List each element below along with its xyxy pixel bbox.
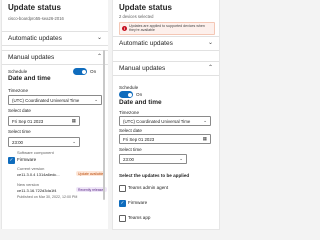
select-time-label: Select time — [119, 147, 142, 152]
automatic-updates-label: Automatic updates — [119, 40, 173, 47]
manual-updates-section[interactable]: Manual updates ⌃ — [2, 50, 108, 65]
date-picker[interactable]: Fri Sep 01 2023 ▦ — [8, 116, 80, 126]
time-select[interactable]: 23:00 ⌄ — [8, 137, 80, 147]
time-value: 23:00 — [123, 156, 134, 162]
timezone-label: Timezone — [119, 110, 139, 115]
date-time-heading: Date and time — [119, 99, 162, 106]
new-version-label: New version — [17, 182, 40, 187]
new-version-value: ce11.3.16.722d3da1f4 — [17, 188, 57, 193]
automatic-updates-section[interactable]: Automatic updates ⌄ — [2, 31, 108, 46]
teams-app-checkbox[interactable] — [119, 215, 126, 222]
chevron-down-icon: ⌄ — [94, 97, 98, 102]
schedule-label: Schedule — [8, 69, 28, 74]
automatic-updates-section[interactable]: Automatic updates ⌄ — [113, 36, 219, 51]
chevron-up-icon: ⌃ — [96, 54, 102, 60]
date-time-heading: Date and time — [8, 75, 51, 82]
select-date-label: Select date — [119, 128, 142, 133]
schedule-label: Schedule — [119, 85, 139, 90]
select-date-label: Select date — [8, 108, 31, 113]
teams-admin-agent-label: Teams admin agent — [128, 185, 169, 190]
current-version-label: Current version — [17, 166, 45, 171]
schedule-state: On — [90, 69, 97, 74]
manual-updates-section[interactable]: Manual updates ⌃ — [113, 61, 219, 76]
info-banner: ! Updates are applied to supported devic… — [119, 22, 215, 35]
schedule-toggle[interactable] — [119, 91, 133, 98]
firmware-label: Firmware — [128, 200, 148, 205]
firmware-label: Firmware — [17, 157, 37, 162]
timezone-label: Timezone — [8, 88, 28, 93]
devices-selected: 2 devices selected — [119, 14, 154, 19]
info-text: Updates are applied to supported devices… — [129, 24, 205, 33]
software-component-label: Software component — [17, 150, 54, 155]
schedule-state: On — [136, 92, 143, 97]
schedule-toggle[interactable] — [73, 68, 87, 75]
select-time-label: Select time — [8, 129, 31, 134]
chevron-down-icon: ⌄ — [72, 139, 76, 144]
manual-updates-label: Manual updates — [8, 54, 55, 61]
current-version-value: ce11.3.0.4 1314a6edc... — [17, 172, 60, 177]
teams-app-label: Teams app — [128, 215, 151, 220]
teams-admin-agent-checkbox[interactable] — [119, 185, 126, 192]
scrollbar[interactable] — [103, 50, 105, 200]
calendar-icon: ▦ — [71, 118, 76, 123]
chevron-down-icon: ⌄ — [179, 156, 183, 161]
device-name: cisco-boardpro55-sea26-2016 — [8, 16, 64, 21]
published-date: Published on Mar 30, 2022, 12:00 PM — [17, 195, 78, 199]
chevron-down-icon: ⌄ — [207, 40, 213, 46]
page-title: Update status — [8, 3, 61, 12]
date-picker[interactable]: Fri Sep 01 2023 ▦ — [119, 134, 211, 144]
timezone-select[interactable]: (UTC) Coordinated Universal Time ⌄ — [8, 95, 102, 105]
firmware-checkbox[interactable] — [8, 157, 15, 164]
timezone-value: (UTC) Coordinated Universal Time — [12, 97, 80, 103]
timezone-value: (UTC) Coordinated Universal Time — [123, 118, 191, 124]
date-value: Fri Sep 01 2023 — [123, 136, 155, 142]
info-icon: ! — [122, 25, 127, 31]
firmware-checkbox[interactable] — [119, 200, 126, 207]
time-value: 23:00 — [12, 139, 23, 145]
automatic-updates-label: Automatic updates — [8, 35, 62, 42]
update-available-badge: Update available — [76, 171, 106, 176]
updates-heading: Select the updates to be applied — [119, 173, 190, 178]
manual-updates-label: Manual updates — [119, 65, 166, 72]
timezone-select[interactable]: (UTC) Coordinated Universal Time ⌄ — [119, 116, 211, 126]
time-select[interactable]: 23:00 ⌄ — [119, 154, 187, 164]
right-update-panel: Update status 2 devices selected ! Updat… — [112, 0, 220, 230]
chevron-down-icon: ⌄ — [203, 118, 207, 123]
page-title: Update status — [119, 3, 172, 12]
chevron-up-icon: ⌃ — [207, 65, 213, 71]
left-update-panel: Update status cisco-boardpro55-sea26-201… — [1, 0, 108, 229]
date-value: Fri Sep 01 2023 — [12, 118, 44, 124]
calendar-icon: ▦ — [202, 136, 207, 141]
chevron-down-icon: ⌄ — [96, 35, 102, 41]
